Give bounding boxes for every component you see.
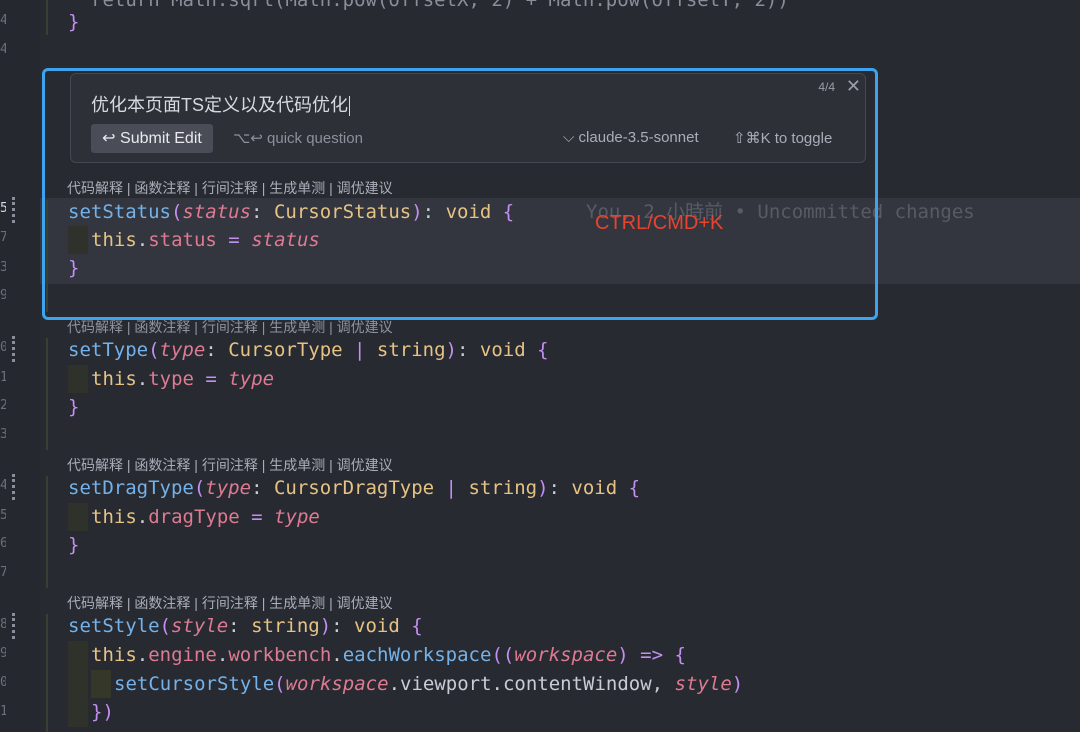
indent-guide bbox=[46, 476, 48, 588]
prompt-input[interactable]: 优化本页面TS定义以及代码优化 bbox=[91, 91, 350, 117]
param-name: workspace bbox=[285, 673, 389, 695]
indent-guide bbox=[68, 365, 88, 393]
line-number: 9 bbox=[0, 646, 6, 661]
param-name: type bbox=[205, 477, 252, 499]
param-type: CursorType bbox=[228, 339, 343, 361]
line-number: 1 bbox=[0, 370, 6, 385]
line-number: 4 bbox=[0, 42, 6, 57]
submit-edit-button[interactable]: ↩ Submit Edit bbox=[91, 124, 213, 153]
code-line[interactable]: setDragType(type: CursorDragType | strin… bbox=[68, 474, 640, 502]
line-number: 1 bbox=[0, 704, 6, 719]
git-change-marker[interactable] bbox=[12, 197, 19, 223]
line-number: 4 bbox=[0, 478, 6, 493]
submit-edit-label: Submit Edit bbox=[120, 130, 202, 147]
code-line[interactable]: }) bbox=[91, 698, 114, 726]
line-number: 5 bbox=[0, 201, 6, 216]
line-number: 4 bbox=[0, 13, 6, 28]
line-number: 2 bbox=[0, 398, 6, 413]
method-name: setDragType bbox=[68, 477, 194, 499]
indent-guide bbox=[46, 0, 48, 35]
close-icon[interactable]: ✕ bbox=[846, 76, 861, 97]
line-number: 7 bbox=[0, 230, 6, 245]
param-name: type bbox=[159, 339, 206, 361]
code-line[interactable]: this.dragType = type bbox=[91, 503, 320, 531]
code-line[interactable]: } bbox=[68, 531, 79, 559]
toggle-hint: ⇧⌘K to toggle bbox=[733, 130, 833, 147]
param-name: workspace bbox=[514, 644, 618, 666]
line-number: 7 bbox=[0, 565, 6, 580]
param-type: string bbox=[376, 339, 446, 361]
line-number: 8 bbox=[0, 617, 6, 632]
model-name: claude-3.5-sonnet bbox=[578, 129, 699, 146]
prompt-counter: 4/4 bbox=[818, 80, 835, 94]
chevron-down-icon: ⌵ bbox=[563, 129, 575, 146]
param-type: string bbox=[251, 615, 320, 637]
param-type: string bbox=[468, 477, 538, 499]
git-change-marker[interactable] bbox=[12, 336, 19, 362]
indent-guide bbox=[68, 641, 88, 727]
line-number-gutter bbox=[0, 0, 40, 732]
text-cursor bbox=[349, 96, 350, 117]
method-name: setStyle bbox=[68, 615, 160, 637]
line-number: 5 bbox=[0, 508, 6, 523]
code-line[interactable]: } bbox=[68, 8, 79, 36]
indent-guide bbox=[46, 338, 48, 450]
field-name: workbench bbox=[228, 644, 332, 666]
value-name: type bbox=[274, 506, 320, 528]
indent-guide bbox=[68, 503, 88, 531]
line-number: 6 bbox=[0, 536, 6, 551]
ai-inline-edit-panel[interactable]: 优化本页面TS定义以及代码优化 4/4 ✕ ↩ Submit Edit ⌥↩ q… bbox=[70, 73, 866, 163]
code-line[interactable]: setStyle(style: string): void { bbox=[68, 612, 423, 640]
quick-question-button[interactable]: ⌥↩ quick question bbox=[233, 129, 363, 147]
field-name: engine bbox=[148, 644, 217, 666]
code-line[interactable]: setType(type: CursorType | string): void… bbox=[68, 336, 549, 364]
code-line[interactable]: return Math.sqrt(Math.pow(offsetX, 2) + … bbox=[91, 0, 789, 14]
codelens-actions[interactable]: 代码解释 | 函数注释 | 行间注释 | 生成单测 | 调优建议 bbox=[67, 317, 393, 337]
line-number: 9 bbox=[0, 288, 6, 303]
value-name: type bbox=[228, 368, 275, 390]
line-number: 0 bbox=[0, 675, 6, 690]
shortcut-annotation: CTRL/CMD+K bbox=[595, 212, 724, 234]
git-change-marker[interactable] bbox=[12, 613, 19, 639]
param-name: style bbox=[170, 615, 229, 637]
method-name: setType bbox=[68, 339, 149, 361]
git-change-marker[interactable] bbox=[12, 474, 19, 500]
indent-guide bbox=[46, 614, 48, 732]
enter-icon: ↩ bbox=[102, 130, 116, 147]
code-line[interactable]: } bbox=[68, 393, 79, 421]
line-number: 0 bbox=[0, 340, 6, 355]
codelens-actions[interactable]: 代码解释 | 函数注释 | 行间注释 | 生成单测 | 调优建议 bbox=[67, 593, 393, 613]
line-number: 3 bbox=[0, 427, 6, 442]
method-call: eachWorkspace bbox=[342, 644, 492, 666]
method-call: setCursorStyle bbox=[114, 673, 275, 695]
param-type: CursorDragType bbox=[273, 477, 435, 499]
code-line[interactable]: setCursorStyle(workspace.viewport.conten… bbox=[114, 670, 743, 698]
param-name: style bbox=[674, 673, 732, 695]
line-number: 3 bbox=[0, 260, 6, 275]
indent-guide bbox=[91, 670, 111, 698]
code-line[interactable]: this.engine.workbench.eachWorkspace((wor… bbox=[91, 641, 686, 669]
model-selector[interactable]: ⌵ claude-3.5-sonnet bbox=[563, 129, 699, 146]
field-name: type bbox=[148, 368, 194, 390]
property-chain: .viewport.contentWindow bbox=[388, 673, 652, 695]
field-name: dragType bbox=[148, 506, 240, 528]
codelens-actions[interactable]: 代码解释 | 函数注释 | 行间注释 | 生成单测 | 调优建议 bbox=[67, 455, 393, 475]
code-line[interactable]: this.type = type bbox=[91, 365, 274, 393]
